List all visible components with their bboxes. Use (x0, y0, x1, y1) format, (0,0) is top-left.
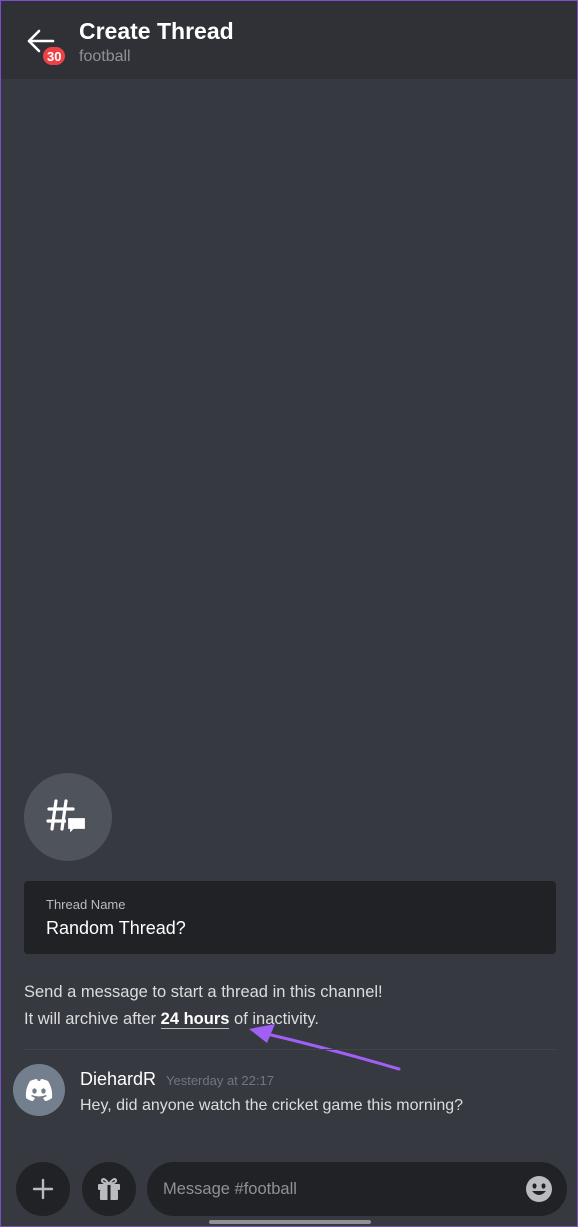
archive-duration-link[interactable]: 24 hours (160, 1010, 230, 1029)
channel-name: football (79, 48, 131, 65)
divider (24, 1049, 556, 1050)
message-timestamp: Yesterday at 22:17 (166, 1073, 274, 1088)
message-text: Hey, did anyone watch the cricket game t… (80, 1097, 464, 1114)
message-input[interactable] (163, 1162, 513, 1216)
thread-icon-container (24, 773, 112, 861)
gift-icon (98, 1178, 120, 1200)
plus-icon (32, 1178, 54, 1200)
add-attachment-button[interactable] (16, 1162, 70, 1216)
annotation-arrow (249, 1024, 401, 1071)
page-title: Create Thread (79, 18, 234, 44)
info-line-1: Send a message to start a thread in this… (24, 983, 383, 1001)
info-line-2: It will archive after 24 hours of inacti… (24, 1006, 564, 1033)
discord-logo-icon (25, 1079, 53, 1101)
gift-button[interactable] (82, 1162, 136, 1216)
top-bar: 30 Create Thread football (1, 1, 577, 79)
smiley-icon (526, 1176, 552, 1202)
message-composer[interactable] (147, 1162, 567, 1216)
thread-name-label: Thread Name (46, 897, 126, 912)
notification-badge: 30 (41, 45, 68, 67)
thread-icon (46, 799, 88, 837)
avatar[interactable] (13, 1064, 65, 1116)
thread-name-value[interactable]: Random Thread? (46, 918, 186, 939)
info-line-2-prefix: It will archive after (24, 1010, 157, 1028)
info-line-2-suffix: of inactivity. (234, 1010, 319, 1028)
thread-name-field[interactable]: Thread Name Random Thread? (24, 881, 556, 954)
home-indicator (209, 1220, 371, 1224)
message-author[interactable]: DiehardR (80, 1069, 156, 1090)
emoji-button[interactable] (525, 1175, 553, 1203)
thread-info-text: Send a message to start a thread in this… (24, 979, 564, 1033)
